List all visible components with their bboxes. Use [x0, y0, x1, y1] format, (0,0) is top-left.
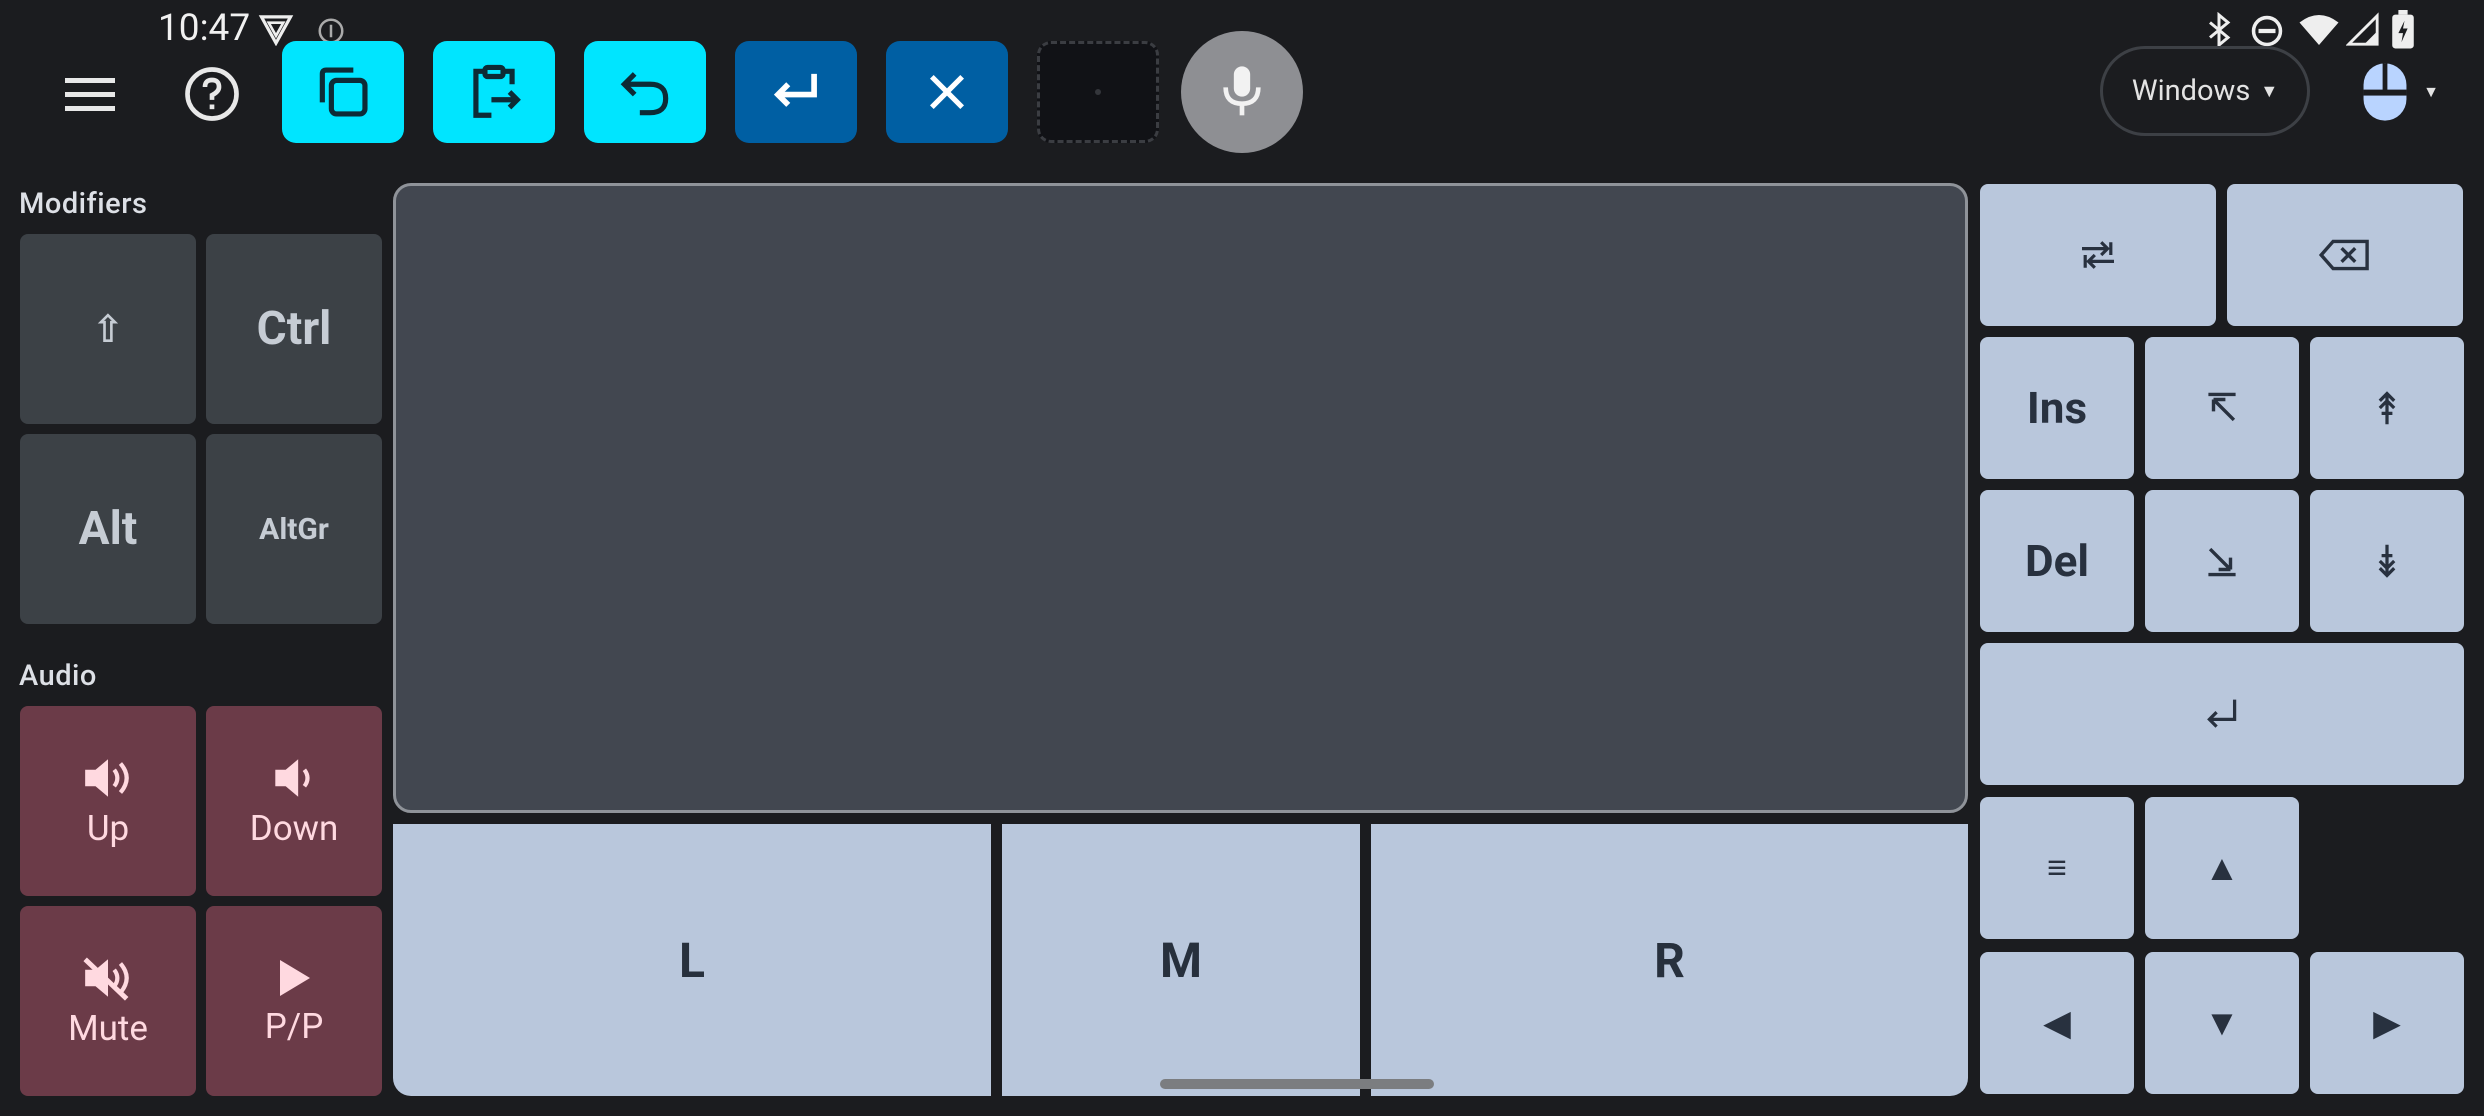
arrow-down-icon: ▼: [2204, 1002, 2240, 1044]
insert-key-label: Ins: [2026, 382, 2088, 434]
signal-icon: [2346, 12, 2379, 46]
home-key[interactable]: [2145, 337, 2299, 479]
undo-button[interactable]: [584, 41, 706, 143]
arrow-down-key[interactable]: ▼: [2145, 952, 2299, 1094]
close-icon: [929, 74, 965, 110]
volume-up-button[interactable]: Up: [20, 706, 196, 896]
delete-key-label: Del: [2024, 535, 2089, 587]
shift-key-label: ⇧: [92, 307, 124, 352]
ctrl-key-label: Ctrl: [256, 302, 332, 356]
do-not-disturb-icon: [2251, 15, 2283, 47]
wifi-icon: [2299, 15, 2339, 45]
microphone-button[interactable]: [1181, 31, 1303, 153]
volume-up-label: Up: [86, 807, 130, 849]
mute-button[interactable]: Mute: [20, 906, 196, 1096]
undo-icon: [620, 72, 669, 116]
page-down-icon: [2378, 544, 2396, 578]
end-key[interactable]: [2145, 490, 2299, 632]
alt-key-label: Alt: [78, 502, 138, 556]
bluetooth-icon: [2209, 12, 2231, 48]
right-mouse-button[interactable]: R: [1371, 824, 1968, 1096]
chevron-down-icon: ▼: [2423, 82, 2439, 101]
tab-icon: [2082, 241, 2114, 269]
paste-button[interactable]: [433, 41, 555, 143]
microphone-icon: [1223, 66, 1261, 116]
arrow-right-icon: ▶: [2373, 1002, 2401, 1044]
play-icon: [280, 959, 310, 996]
delete-key[interactable]: Del: [1980, 490, 2134, 632]
volume-down-label: Down: [249, 807, 339, 849]
copy-button[interactable]: [282, 41, 404, 143]
vpn-icon: [258, 15, 294, 46]
close-button[interactable]: [886, 41, 1008, 143]
menu-button[interactable]: [48, 52, 132, 136]
mute-label: Mute: [68, 1007, 148, 1049]
copy-icon: [319, 67, 368, 117]
audio-title: Audio: [19, 659, 97, 693]
backspace-key[interactable]: [2227, 184, 2463, 326]
chevron-down-icon: ▼: [2260, 80, 2279, 102]
left-mouse-button[interactable]: L: [393, 824, 991, 1096]
altgr-key[interactable]: AltGr: [206, 434, 382, 624]
backspace-icon: [2319, 239, 2369, 271]
battery-charging-icon: [2392, 10, 2414, 49]
gesture-handle[interactable]: [1160, 1079, 1434, 1089]
context-menu-label: ≡: [2047, 848, 2067, 888]
shift-key[interactable]: ⇧: [20, 234, 196, 424]
tab-key[interactable]: [1980, 184, 2216, 326]
home-icon: [2208, 392, 2236, 422]
return-icon: [2207, 699, 2237, 728]
mouse-mode-selector[interactable]: ▼: [2340, 52, 2460, 132]
enter-button[interactable]: [735, 41, 857, 143]
os-selector-value: Windows: [2131, 74, 2251, 108]
return-key[interactable]: [1980, 643, 2464, 785]
alt-key[interactable]: Alt: [20, 434, 196, 624]
arrow-up-icon: ▲: [2204, 847, 2240, 889]
page-up-key[interactable]: [2310, 337, 2464, 479]
enter-icon: [773, 73, 817, 107]
modifiers-title: Modifiers: [19, 187, 148, 221]
os-selector[interactable]: Windows ▼: [2100, 46, 2310, 136]
volume-down-button[interactable]: Down: [206, 706, 382, 896]
help-button[interactable]: [170, 52, 254, 136]
play-pause-button[interactable]: P/P: [206, 906, 382, 1096]
placeholder-dot: [1095, 89, 1101, 95]
page-up-icon: [2378, 391, 2396, 425]
play-pause-label: P/P: [264, 1005, 324, 1047]
touchpad-area[interactable]: [393, 183, 1968, 813]
volume-up-icon: [85, 758, 129, 797]
mouse-icon: [2363, 63, 2407, 121]
middle-mouse-label: M: [1159, 931, 1203, 989]
status-time: 10:47: [158, 7, 251, 50]
mute-icon: [83, 957, 129, 1001]
arrow-right-key[interactable]: ▶: [2310, 952, 2464, 1094]
left-mouse-label: L: [679, 931, 705, 989]
arrow-up-key[interactable]: ▲: [2145, 797, 2299, 939]
volume-down-icon: [275, 758, 310, 797]
ctrl-key[interactable]: Ctrl: [206, 234, 382, 424]
context-menu-key[interactable]: ≡: [1980, 797, 2134, 939]
middle-mouse-button[interactable]: M: [1002, 824, 1360, 1096]
empty-slot-button[interactable]: [1037, 41, 1159, 143]
arrow-left-icon: ◀: [2043, 1002, 2071, 1044]
insert-key[interactable]: Ins: [1980, 337, 2134, 479]
paste-icon: [473, 64, 521, 118]
arrow-left-key[interactable]: ◀: [1980, 952, 2134, 1094]
page-down-key[interactable]: [2310, 490, 2464, 632]
altgr-key-label: AltGr: [259, 511, 329, 547]
help-icon: [185, 67, 239, 121]
end-icon: [2208, 547, 2236, 577]
menu-icon: [65, 78, 115, 111]
right-mouse-label: R: [1654, 931, 1685, 989]
